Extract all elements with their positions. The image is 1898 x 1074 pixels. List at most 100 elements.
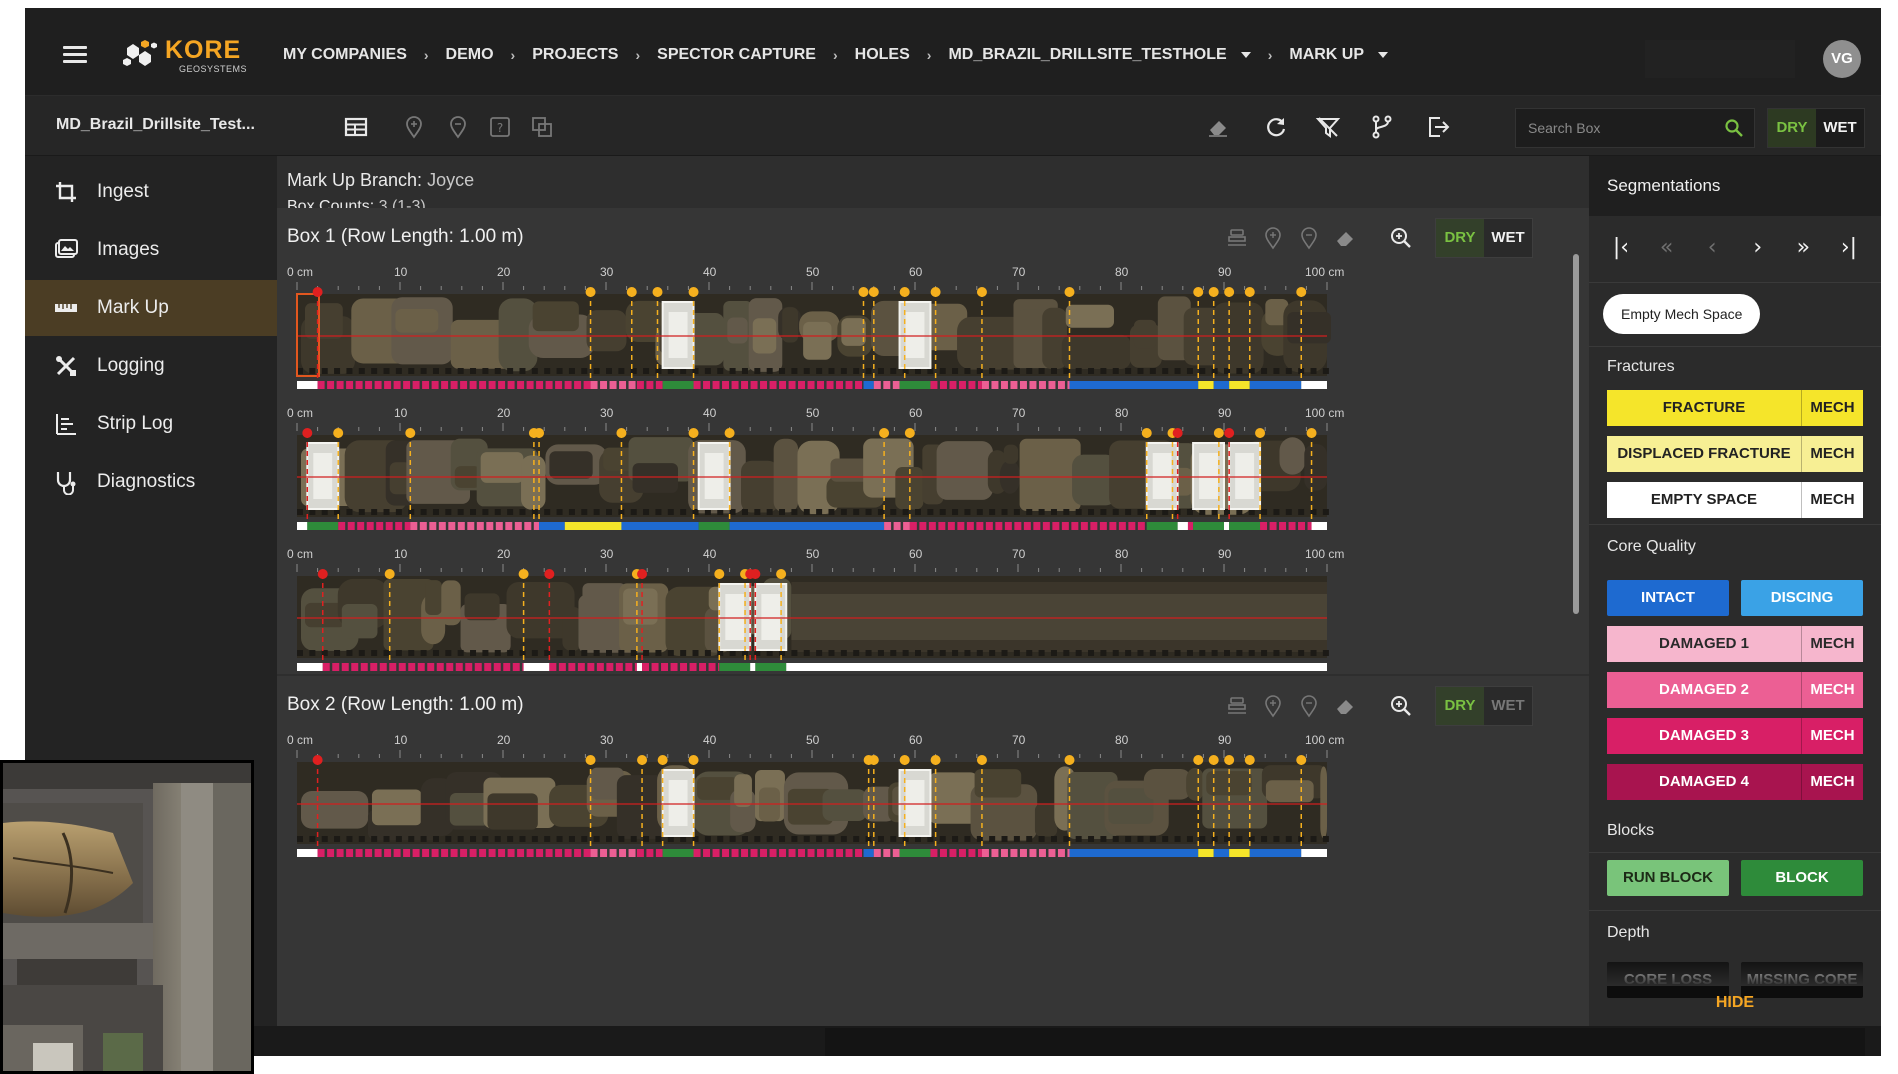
copy-box-icon[interactable] [529, 114, 555, 140]
strip-log-segment[interactable] [1010, 381, 1018, 389]
strip-log-segment[interactable] [1229, 849, 1250, 857]
box-dry-wet-toggle[interactable]: DRY WET [1435, 218, 1533, 258]
strip-log-segment[interactable] [574, 381, 582, 389]
strip-log-segment[interactable] [863, 849, 874, 857]
sidebar-item-logging[interactable]: Logging [25, 338, 277, 394]
strip-log-segment[interactable] [609, 381, 617, 389]
strip-log-segment[interactable] [403, 849, 411, 857]
strip-log-segment[interactable] [750, 663, 756, 671]
strip-log-segment[interactable] [636, 381, 644, 389]
fracture-marker-handle[interactable] [626, 287, 637, 297]
strip-log-segment[interactable] [1061, 522, 1069, 530]
strip-log-segment[interactable] [346, 849, 354, 857]
strip-log-segment[interactable] [422, 381, 430, 389]
fracture-marker-handle[interactable] [1224, 287, 1235, 297]
strip-log-segment[interactable] [826, 381, 834, 389]
fracture-marker-handle[interactable] [585, 755, 596, 765]
strip-log-segment[interactable] [661, 663, 669, 671]
strip-log-segment[interactable] [662, 849, 694, 857]
strip-log-segment[interactable] [379, 663, 387, 671]
strip-log-segment[interactable] [486, 522, 494, 530]
box-dry-wet-toggle[interactable]: DRY WET [1435, 686, 1533, 726]
strip-log-segment[interactable] [883, 849, 891, 857]
strip-log-segment[interactable] [526, 381, 534, 389]
strip-log-segment[interactable] [484, 663, 492, 671]
strip-log-segment[interactable] [655, 849, 663, 857]
fracture-marker-handle[interactable] [858, 287, 869, 297]
fracture-marker-handle[interactable] [1208, 287, 1219, 297]
strip-log-segment[interactable] [1311, 522, 1327, 530]
strip-log-segment[interactable] [514, 522, 522, 530]
strip-log-segment[interactable] [892, 381, 900, 389]
strip-log-segment[interactable] [708, 663, 716, 671]
strip-log-segment[interactable] [450, 849, 458, 857]
strip-log-segment[interactable] [539, 522, 565, 530]
strip-log-segment[interactable] [1198, 849, 1214, 857]
box-wet-button[interactable]: WET [1484, 687, 1532, 725]
strip-log-segment[interactable] [517, 381, 525, 389]
run-block-button[interactable]: RUN BLOCK [1607, 860, 1729, 896]
strip-log-segment[interactable] [574, 849, 582, 857]
strip-log-segment[interactable] [991, 381, 999, 389]
hide-panel-link[interactable]: HIDE [1589, 994, 1881, 1012]
strip-log-segment[interactable] [498, 381, 506, 389]
strip-log-segment[interactable] [469, 381, 477, 389]
strip-log-segment[interactable] [403, 381, 411, 389]
strip-log-segment[interactable] [981, 849, 989, 857]
strip-log-segment[interactable] [1038, 381, 1046, 389]
breadcrumb-item[interactable]: MARK UP [1289, 46, 1364, 64]
strip-log-segment[interactable] [1213, 849, 1230, 857]
strip-log-segment[interactable] [741, 849, 749, 857]
strip-log-segment[interactable] [297, 381, 318, 389]
damaged-3-button-label[interactable]: DAMAGED 3 [1607, 718, 1801, 754]
location-pin-add-icon[interactable] [1261, 694, 1285, 718]
strip-log-segment[interactable] [1260, 522, 1268, 530]
fracture-marker-handle[interactable] [652, 287, 663, 297]
strip-log-segment[interactable] [600, 849, 608, 857]
strip-log-segment[interactable] [845, 849, 853, 857]
strip-log-segment[interactable] [347, 522, 355, 530]
jump-forward-icon[interactable]: » [1789, 228, 1817, 268]
dry-wet-toggle[interactable]: DRY WET [1767, 108, 1865, 148]
strip-log-segment[interactable] [600, 381, 608, 389]
fracture-marker-handle[interactable] [585, 287, 596, 297]
strip-log-segment[interactable] [883, 381, 891, 389]
strip-log-segment[interactable] [1307, 522, 1312, 530]
strip-log-segment[interactable] [498, 849, 506, 857]
strip-log-segment[interactable] [357, 522, 365, 530]
strip-log-segment[interactable] [1249, 381, 1302, 389]
fracture-marker-handle[interactable] [637, 755, 648, 765]
strip-log-segment[interactable] [985, 522, 993, 530]
strip-log-segment[interactable] [655, 381, 663, 389]
damaged-3-button-mech[interactable]: MECH [1801, 718, 1863, 754]
strip-log-segment[interactable] [909, 522, 917, 530]
fracture-marker-handle[interactable] [1296, 755, 1307, 765]
strip-log-segment[interactable] [873, 849, 881, 857]
strip-log-segment[interactable] [1019, 849, 1027, 857]
strip-log-segment[interactable] [384, 849, 392, 857]
strip-log-segment[interactable] [590, 381, 598, 389]
strip-log-segment[interactable] [855, 849, 863, 857]
strip-log-segment[interactable] [884, 522, 892, 530]
strip-log-segment[interactable] [807, 849, 815, 857]
location-pin-add-icon[interactable] [1261, 226, 1285, 250]
damaged-1-button[interactable]: DAMAGED 1 MECH [1607, 626, 1863, 662]
fracture-marker-handle[interactable] [1224, 755, 1235, 765]
strip-log-segment[interactable] [892, 849, 900, 857]
first-box-icon[interactable]: |‹ [1607, 228, 1635, 268]
strip-log-segment[interactable] [798, 381, 806, 389]
export-icon[interactable] [1425, 114, 1451, 140]
fracture-marker-handle[interactable] [1208, 755, 1219, 765]
strip-log-segment[interactable] [536, 381, 544, 389]
empty-mech-space-button[interactable]: Empty Mech Space [1603, 294, 1761, 334]
strip-log-segment[interactable] [488, 849, 496, 857]
strip-log-segment[interactable] [479, 381, 487, 389]
strip-log-segment[interactable] [718, 663, 720, 671]
strip-log-segment[interactable] [404, 522, 411, 530]
fracture-marker-handle[interactable] [1064, 287, 1075, 297]
damaged-4-button[interactable]: DAMAGED 4 MECH [1607, 764, 1863, 800]
strip-log-segment[interactable] [760, 849, 768, 857]
branch-icon[interactable] [1369, 114, 1395, 140]
strip-log-segment[interactable] [427, 663, 435, 671]
eraser-icon[interactable] [1205, 114, 1231, 140]
